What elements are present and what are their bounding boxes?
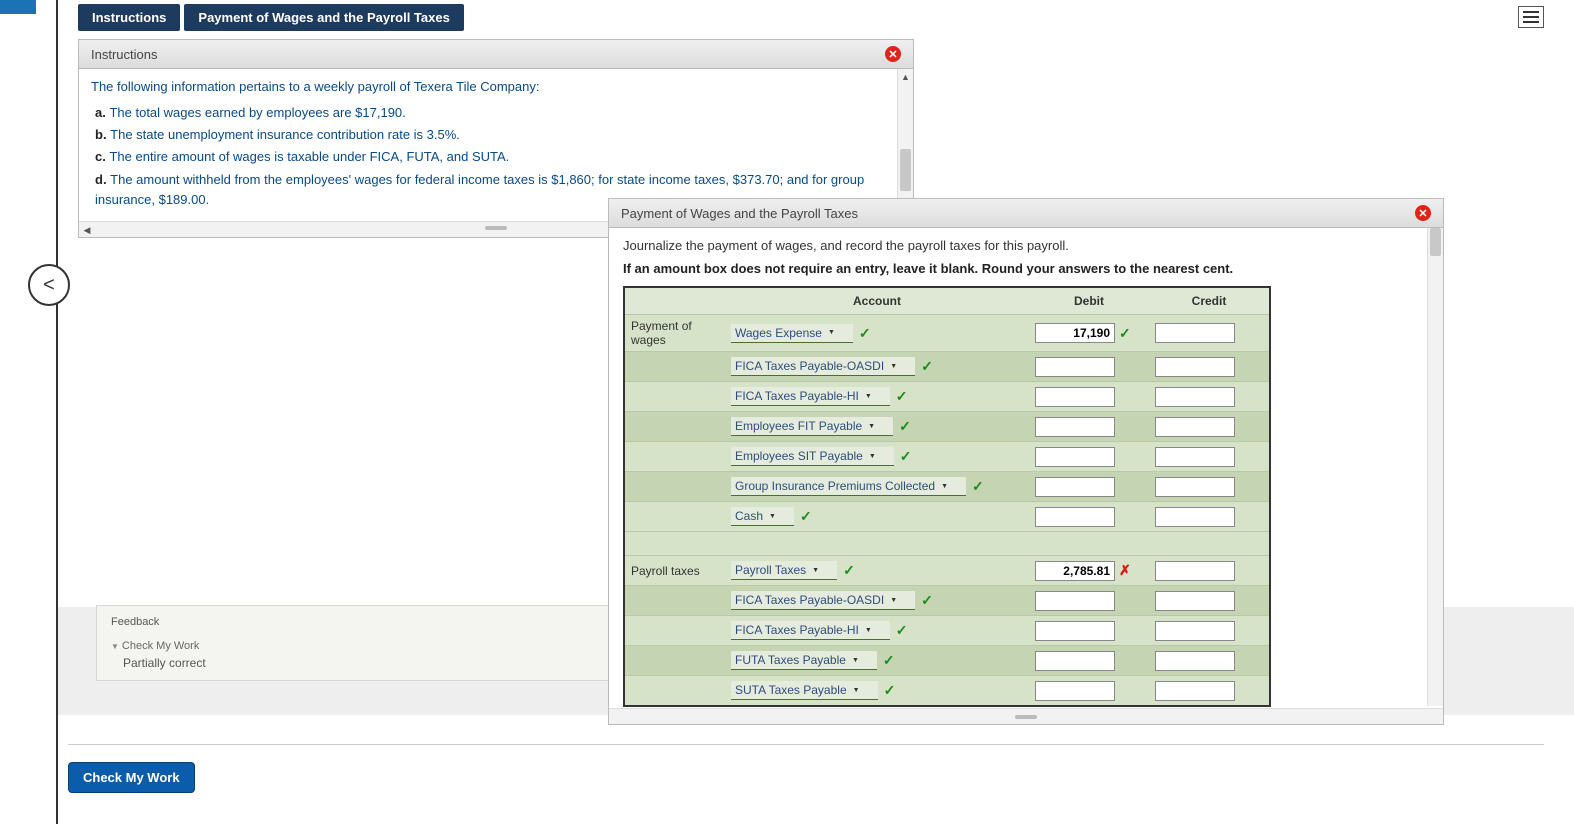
check-icon: ✓ xyxy=(921,358,933,375)
credit-input[interactable] xyxy=(1155,681,1235,701)
check-icon: ✓ xyxy=(800,508,812,525)
account-select[interactable]: Payroll Taxes xyxy=(731,561,837,580)
sidebar-rail xyxy=(0,0,58,824)
check-icon: ✓ xyxy=(972,478,984,495)
credit-input[interactable] xyxy=(1155,561,1235,581)
debit-input[interactable] xyxy=(1035,591,1115,611)
check-icon: ✓ xyxy=(884,682,896,699)
feedback-result: Partially correct xyxy=(123,656,601,670)
debit-input[interactable] xyxy=(1035,357,1115,377)
account-select[interactable]: FICA Taxes Payable-OASDI xyxy=(731,357,915,376)
account-select[interactable]: Wages Expense xyxy=(731,324,853,343)
tab-payment[interactable]: Payment of Wages and the Payroll Taxes xyxy=(184,4,463,31)
x-icon: ✗ xyxy=(1119,562,1131,579)
debit-input[interactable] xyxy=(1035,323,1115,343)
instruction-item: a. The total wages earned by employees a… xyxy=(95,103,901,123)
instruction-item: c. The entire amount of wages is taxable… xyxy=(95,147,901,167)
instructions-title: Instructions xyxy=(91,47,157,62)
feedback-title: Feedback xyxy=(111,616,601,628)
debit-input[interactable] xyxy=(1035,561,1115,581)
check-icon: ✓ xyxy=(859,325,871,342)
row-label: Payment of wages xyxy=(625,319,725,347)
debit-input[interactable] xyxy=(1035,447,1115,467)
close-icon[interactable]: ✕ xyxy=(885,46,901,62)
credit-input[interactable] xyxy=(1155,357,1235,377)
credit-input[interactable] xyxy=(1155,507,1235,527)
account-select[interactable]: Employees FIT Payable xyxy=(731,417,893,436)
debit-input[interactable] xyxy=(1035,621,1115,641)
scrollbar-h[interactable] xyxy=(609,708,1443,724)
credit-input[interactable] xyxy=(1155,591,1235,611)
credit-input[interactable] xyxy=(1155,447,1235,467)
check-icon: ✓ xyxy=(900,448,912,465)
ledger-panel: Payment of Wages and the Payroll Taxes ✕… xyxy=(608,198,1444,725)
table-row: Employees SIT Payable ✓ xyxy=(625,441,1269,471)
check-icon: ✓ xyxy=(896,622,908,639)
account-select[interactable]: FUTA Taxes Payable xyxy=(731,651,877,670)
ledger-table: Account Debit Credit Payment of wages Wag… xyxy=(623,286,1271,707)
account-select[interactable]: Group Insurance Premiums Collected xyxy=(731,477,966,496)
table-row: SUTA Taxes Payable ✓ xyxy=(625,675,1269,705)
col-account: Account xyxy=(725,288,1029,314)
account-select[interactable]: Cash xyxy=(731,507,794,526)
account-select[interactable]: SUTA Taxes Payable xyxy=(731,681,878,700)
prev-button[interactable]: < xyxy=(28,264,70,306)
feedback-box: Feedback Check My Work Partially correct xyxy=(96,605,616,681)
account-select[interactable]: FICA Taxes Payable-HI xyxy=(731,387,890,406)
check-icon: ✓ xyxy=(883,652,895,669)
debit-input[interactable] xyxy=(1035,417,1115,437)
check-icon: ✓ xyxy=(921,592,933,609)
ledger-instruction-2: If an amount box does not require an ent… xyxy=(623,261,1429,276)
col-credit: Credit xyxy=(1149,288,1269,314)
rail-accent xyxy=(0,0,36,14)
debit-input[interactable] xyxy=(1035,477,1115,497)
account-select[interactable]: Employees SIT Payable xyxy=(731,447,894,466)
ledger-instruction-1: Journalize the payment of wages, and rec… xyxy=(623,238,1429,253)
check-icon: ✓ xyxy=(843,562,855,579)
table-row: Cash ✓ xyxy=(625,501,1269,531)
tab-instructions[interactable]: Instructions xyxy=(78,4,180,31)
drag-handle-icon[interactable] xyxy=(1015,715,1037,719)
table-row: Payroll taxes Payroll Taxes ✓ ✗ xyxy=(625,555,1269,585)
debit-input[interactable] xyxy=(1035,681,1115,701)
drag-handle-icon[interactable] xyxy=(485,226,507,230)
divider xyxy=(68,744,1544,745)
check-icon: ✓ xyxy=(1119,325,1131,342)
credit-input[interactable] xyxy=(1155,323,1235,343)
close-icon[interactable]: ✕ xyxy=(1415,205,1431,221)
ledger-title: Payment of Wages and the Payroll Taxes xyxy=(621,206,858,221)
table-row: Employees FIT Payable ✓ xyxy=(625,411,1269,441)
check-icon: ✓ xyxy=(899,418,911,435)
credit-input[interactable] xyxy=(1155,477,1235,497)
account-select[interactable]: FICA Taxes Payable-OASDI xyxy=(731,591,915,610)
account-select[interactable]: FICA Taxes Payable-HI xyxy=(731,621,890,640)
table-row: FUTA Taxes Payable ✓ xyxy=(625,645,1269,675)
instructions-intro: The following information pertains to a … xyxy=(91,77,901,97)
scrollbar-v[interactable]: ▲ xyxy=(1427,228,1443,706)
credit-input[interactable] xyxy=(1155,387,1235,407)
debit-input[interactable] xyxy=(1035,387,1115,407)
credit-input[interactable] xyxy=(1155,621,1235,641)
check-icon: ✓ xyxy=(896,388,908,405)
table-row: FICA Taxes Payable-OASDI ✓ xyxy=(625,351,1269,381)
row-label: Payroll taxes xyxy=(625,564,725,578)
table-row: FICA Taxes Payable-OASDI ✓ xyxy=(625,585,1269,615)
col-debit: Debit xyxy=(1029,288,1149,314)
debit-input[interactable] xyxy=(1035,507,1115,527)
feedback-check-my-work[interactable]: Check My Work xyxy=(111,640,601,652)
list-icon[interactable] xyxy=(1518,6,1544,28)
table-row: Group Insurance Premiums Collected ✓ xyxy=(625,471,1269,501)
table-row: FICA Taxes Payable-HI ✓ xyxy=(625,615,1269,645)
credit-input[interactable] xyxy=(1155,417,1235,437)
debit-input[interactable] xyxy=(1035,651,1115,671)
credit-input[interactable] xyxy=(1155,651,1235,671)
instruction-item: b. The state unemployment insurance cont… xyxy=(95,125,901,145)
table-row: FICA Taxes Payable-HI ✓ xyxy=(625,381,1269,411)
check-my-work-button[interactable]: Check My Work xyxy=(68,762,195,793)
table-row: Payment of wages Wages Expense ✓ ✓ xyxy=(625,314,1269,351)
